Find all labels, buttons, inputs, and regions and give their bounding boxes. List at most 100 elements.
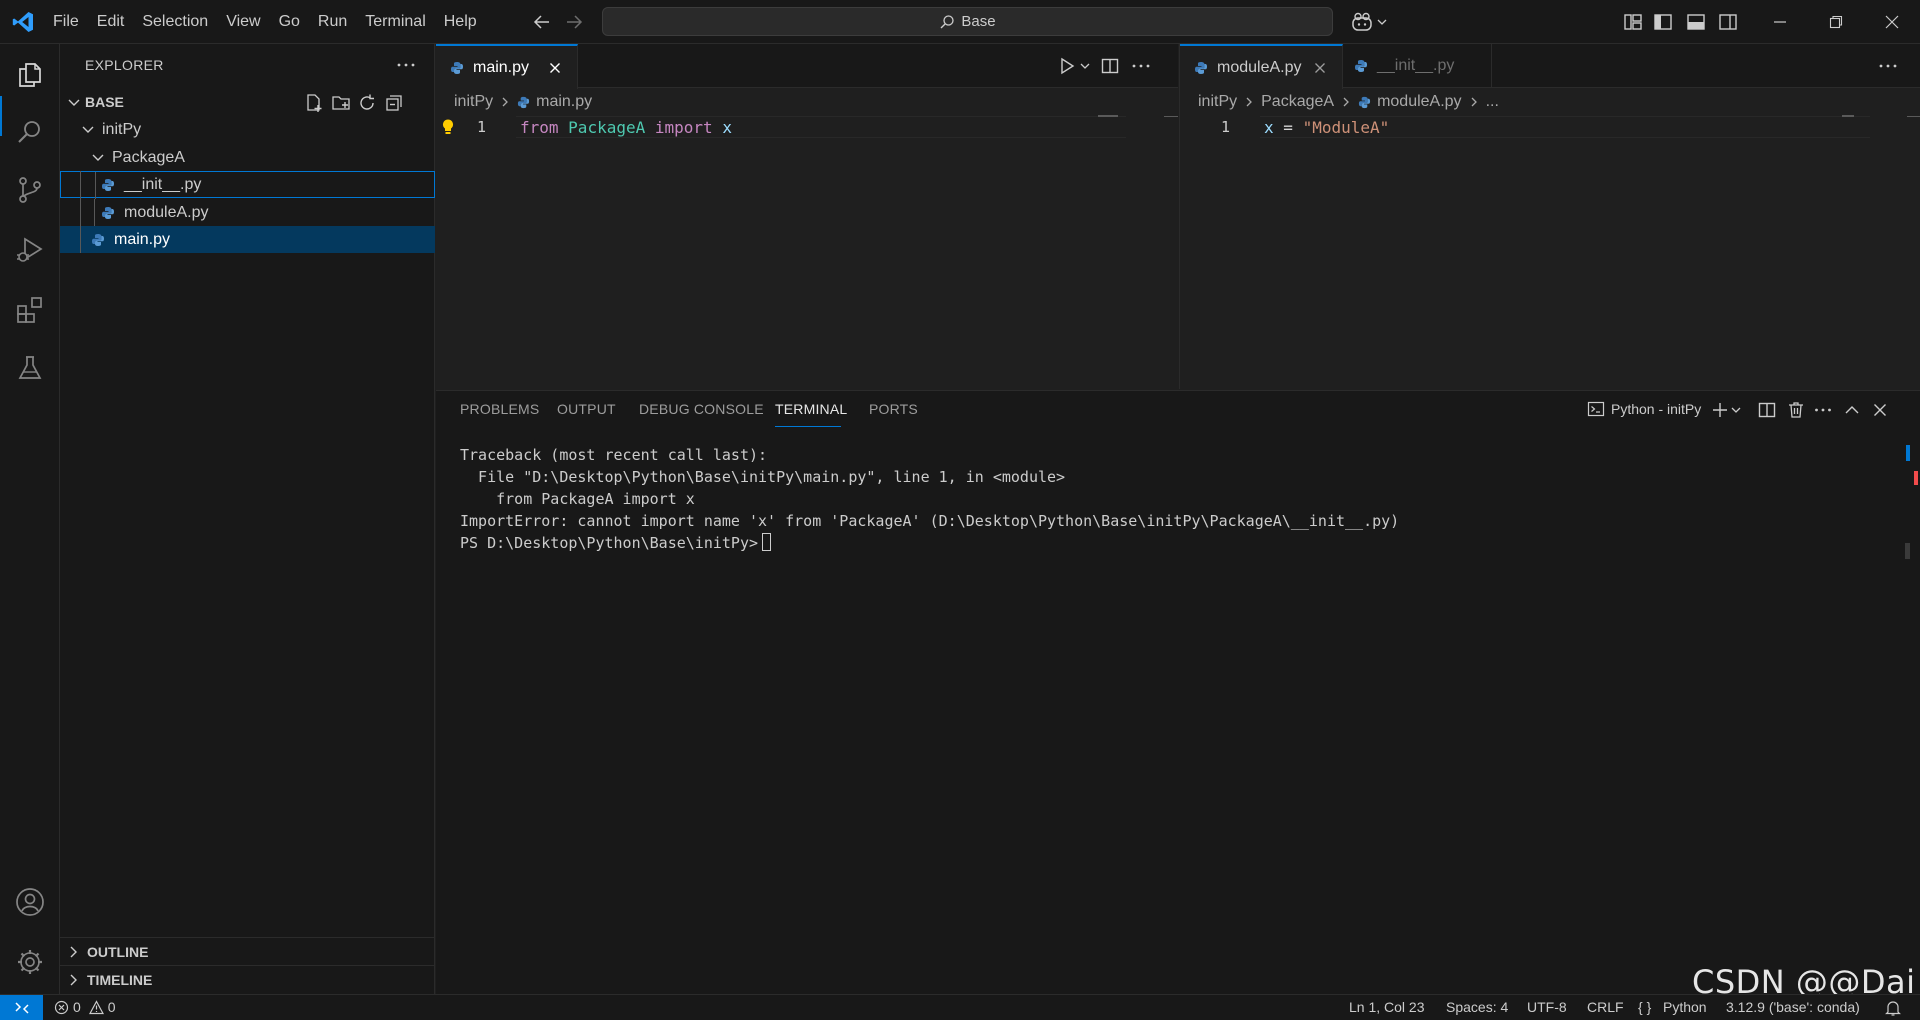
minimize-icon[interactable] bbox=[1752, 0, 1808, 44]
source-control-icon[interactable] bbox=[14, 174, 46, 206]
refresh-icon[interactable] bbox=[357, 93, 377, 113]
search-icon bbox=[939, 14, 955, 30]
run-python-icon[interactable] bbox=[1057, 56, 1077, 76]
tab-main-py[interactable]: main.py bbox=[436, 44, 579, 89]
menu-file[interactable]: File bbox=[44, 0, 88, 44]
tab-modulea-py[interactable]: moduleA.py bbox=[1180, 44, 1343, 89]
panel-tab-problems[interactable]: PROBLEMS bbox=[460, 401, 539, 417]
menu-help[interactable]: Help bbox=[435, 0, 486, 44]
close-icon[interactable] bbox=[1312, 60, 1328, 76]
tree-folder-packagea[interactable]: PackageA bbox=[60, 144, 435, 171]
python-interpreter[interactable]: 3.12.9 ('base': conda) bbox=[1726, 999, 1860, 1015]
eol-status[interactable]: CRLF bbox=[1587, 999, 1624, 1015]
close-icon[interactable] bbox=[547, 60, 563, 76]
split-terminal-icon[interactable] bbox=[1757, 400, 1777, 420]
tab-init-py[interactable]: __init__.py bbox=[1340, 44, 1492, 88]
breadcrumb-item[interactable]: initPy bbox=[454, 93, 493, 111]
tree-file-init[interactable]: __init__.py bbox=[60, 171, 435, 199]
bottom-panel: PROBLEMS OUTPUT DEBUG CONSOLE TERMINAL P… bbox=[436, 390, 1920, 994]
problems-status[interactable]: 0 0 bbox=[54, 999, 116, 1015]
menu-view[interactable]: View bbox=[217, 0, 269, 44]
close-window-icon[interactable] bbox=[1864, 0, 1920, 44]
customize-layout-icon[interactable] bbox=[1622, 11, 1644, 33]
tree-folder-initpy[interactable]: initPy bbox=[60, 116, 435, 143]
menu-edit[interactable]: Edit bbox=[88, 0, 134, 44]
breadcrumb-item[interactable]: PackageA bbox=[1261, 93, 1334, 111]
toggle-panel-icon[interactable] bbox=[1685, 11, 1707, 33]
terminal-prompt-line: PS D:\Desktop\Python\Base\initPy> bbox=[460, 532, 1399, 554]
more-actions-icon[interactable] bbox=[395, 56, 417, 74]
vscode-logo-icon[interactable] bbox=[11, 10, 35, 34]
timeline-section-header[interactable]: TIMELINE bbox=[60, 965, 435, 993]
trash-icon[interactable] bbox=[1786, 400, 1806, 420]
split-editor-icon[interactable] bbox=[1100, 56, 1120, 76]
breadcrumb-item[interactable]: ... bbox=[1486, 93, 1499, 111]
toggle-primary-sidebar-icon[interactable] bbox=[1652, 11, 1674, 33]
menu-go[interactable]: Go bbox=[270, 0, 309, 44]
minimap-line bbox=[1842, 115, 1854, 117]
tab-label: __init__.py bbox=[1377, 57, 1455, 74]
tab-bar: moduleA.py __init__.py bbox=[1180, 44, 1920, 89]
chevron-down-icon[interactable] bbox=[1079, 60, 1091, 72]
command-center-search[interactable]: Base bbox=[602, 7, 1333, 36]
panel-tab-ports[interactable]: PORTS bbox=[869, 401, 918, 417]
account-icon[interactable] bbox=[14, 886, 46, 918]
breadcrumb-item[interactable]: moduleA.py bbox=[1377, 93, 1462, 111]
more-actions-icon[interactable] bbox=[1813, 400, 1833, 420]
tree-file-main[interactable]: main.py bbox=[60, 226, 435, 253]
search-view-icon[interactable] bbox=[14, 116, 46, 148]
new-folder-icon[interactable] bbox=[331, 93, 351, 113]
workspace-root-label: BASE bbox=[85, 94, 124, 110]
manage-gear-icon[interactable] bbox=[14, 946, 46, 978]
collapse-all-icon[interactable] bbox=[384, 93, 404, 113]
extensions-icon[interactable] bbox=[14, 294, 46, 326]
explorer-icon[interactable] bbox=[14, 58, 46, 90]
close-panel-icon[interactable] bbox=[1870, 400, 1890, 420]
terminal-icon bbox=[1587, 400, 1605, 418]
more-actions-icon[interactable] bbox=[1877, 57, 1899, 75]
menu-terminal[interactable]: Terminal bbox=[356, 0, 434, 44]
menu-bar: File Edit Selection View Go Run Terminal… bbox=[44, 0, 486, 44]
copilot-menu[interactable] bbox=[1350, 10, 1392, 34]
panel-tab-output[interactable]: OUTPUT bbox=[557, 401, 616, 417]
explorer-sidebar: EXPLORER BASE initPy PackageA __init__.p… bbox=[60, 44, 435, 994]
terminal-profile[interactable]: Python - initPy bbox=[1587, 398, 1701, 420]
maximize-panel-icon[interactable] bbox=[1842, 400, 1862, 420]
chevron-down-icon bbox=[80, 122, 96, 138]
breadcrumb-item[interactable]: main.py bbox=[536, 93, 592, 111]
remote-indicator-icon[interactable] bbox=[0, 995, 43, 1020]
restore-icon[interactable] bbox=[1808, 0, 1864, 44]
chevron-right-icon bbox=[1243, 96, 1255, 108]
warning-count: 0 bbox=[107, 999, 116, 1015]
run-debug-icon[interactable] bbox=[14, 234, 46, 266]
more-actions-icon[interactable] bbox=[1130, 57, 1152, 75]
panel-tab-terminal[interactable]: TERMINAL bbox=[775, 401, 847, 417]
menu-run[interactable]: Run bbox=[309, 0, 356, 44]
toggle-secondary-sidebar-icon[interactable] bbox=[1717, 11, 1739, 33]
new-terminal-plus-icon[interactable] bbox=[1710, 400, 1730, 420]
menu-selection[interactable]: Selection bbox=[133, 0, 217, 44]
terminal-output[interactable]: Traceback (most recent call last): File … bbox=[460, 444, 1399, 554]
language-mode[interactable]: Python bbox=[1663, 999, 1707, 1015]
code-text: x = "ModuleA" bbox=[1264, 118, 1390, 137]
workspace-root-header[interactable]: BASE bbox=[60, 90, 435, 116]
panel-tab-debug-console[interactable]: DEBUG CONSOLE bbox=[639, 401, 764, 417]
cursor-position[interactable]: Ln 1, Col 23 bbox=[1349, 999, 1425, 1015]
indentation-status[interactable]: Spaces: 4 bbox=[1446, 999, 1508, 1015]
arrow-right-icon[interactable] bbox=[562, 11, 586, 33]
outline-section-header[interactable]: OUTLINE bbox=[60, 937, 435, 965]
breadcrumb-item[interactable]: initPy bbox=[1198, 93, 1237, 111]
testing-flask-icon[interactable] bbox=[14, 352, 46, 384]
scrollbar-thumb[interactable] bbox=[1905, 543, 1910, 559]
arrow-left-icon[interactable] bbox=[530, 11, 554, 33]
encoding-status[interactable]: UTF-8 bbox=[1527, 999, 1567, 1015]
new-file-icon[interactable] bbox=[304, 93, 324, 113]
editor-group-right: moduleA.py __init__.py initPy PackageA m… bbox=[1179, 44, 1920, 389]
tree-file-modulea[interactable]: moduleA.py bbox=[60, 199, 435, 226]
scrollbar-error-marker bbox=[1914, 471, 1918, 485]
bell-icon[interactable] bbox=[1884, 999, 1902, 1017]
code-line[interactable]: 1 x = "ModuleA" bbox=[1180, 115, 1920, 138]
code-line[interactable]: 1 from PackageA import x bbox=[436, 115, 1178, 138]
search-text: Base bbox=[961, 13, 996, 30]
chevron-down-icon[interactable] bbox=[1730, 404, 1742, 416]
